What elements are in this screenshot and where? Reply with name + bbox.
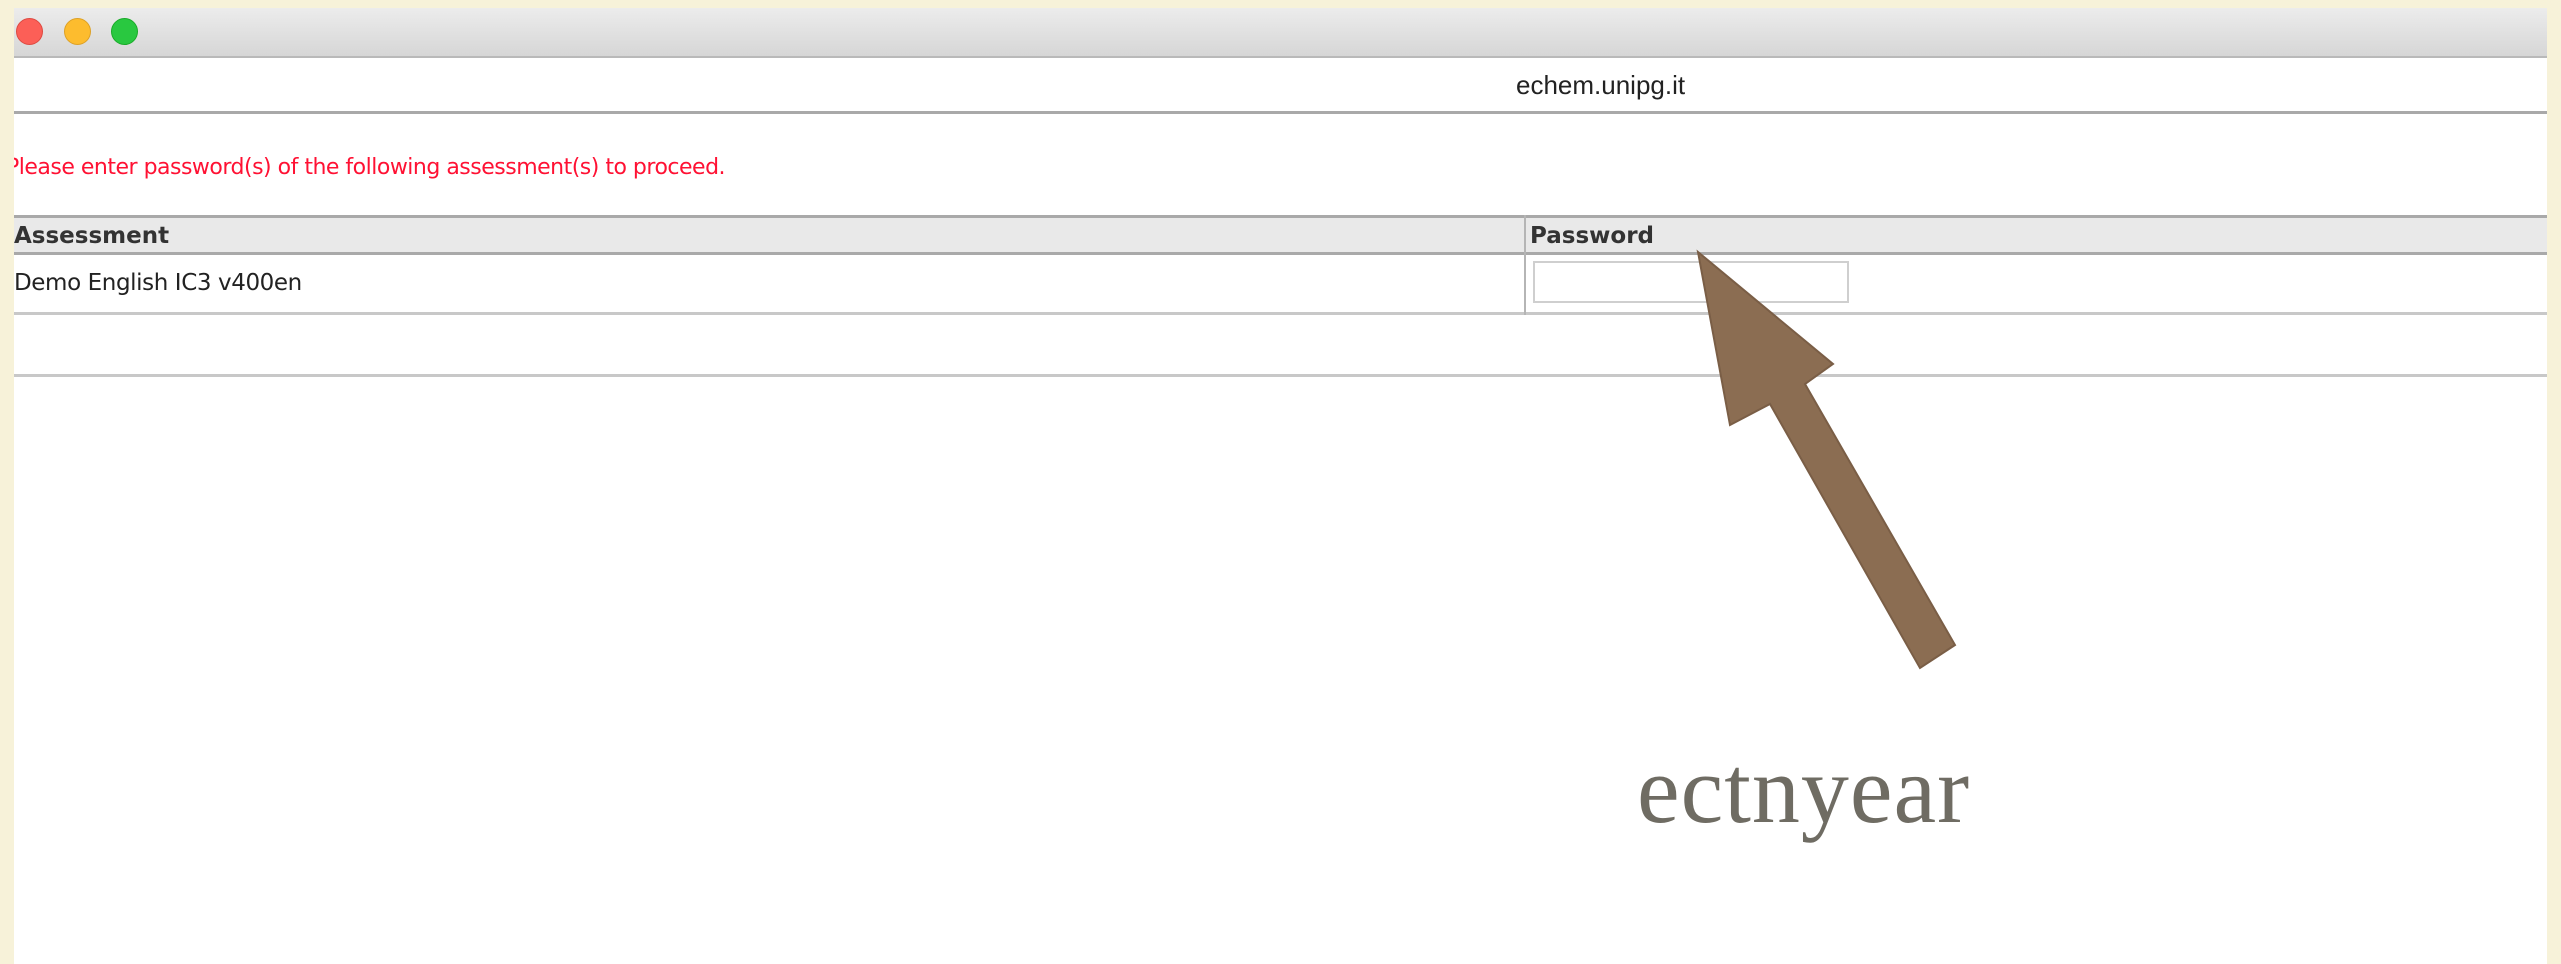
password-column-header: Password	[1530, 223, 1654, 249]
table-row: Demo English IC3 v400en	[14, 255, 2547, 315]
browser-window: echem.unipg.it Please enter password(s) …	[14, 8, 2547, 964]
maximize-window-icon[interactable]	[111, 18, 138, 45]
screenshot-stage: echem.unipg.it Please enter password(s) …	[0, 0, 2561, 964]
site-host: echem.unipg.it	[1516, 70, 1686, 100]
table-bottom-divider	[14, 374, 2547, 377]
column-divider	[1524, 215, 1526, 315]
assessment-table-header: Assessment Password	[14, 215, 2547, 255]
assessment-name: Demo English IC3 v400en	[14, 270, 302, 296]
address-bar[interactable]: echem.unipg.it	[14, 58, 2547, 114]
annotation-label: ectnyear	[1637, 736, 1971, 843]
password-notice: Please enter password(s) of the followin…	[14, 155, 726, 180]
assessment-column-header: Assessment	[14, 223, 170, 249]
minimize-window-icon[interactable]	[64, 18, 91, 45]
close-window-icon[interactable]	[16, 18, 43, 45]
window-titlebar	[14, 8, 2547, 58]
password-input[interactable]	[1533, 261, 1849, 303]
